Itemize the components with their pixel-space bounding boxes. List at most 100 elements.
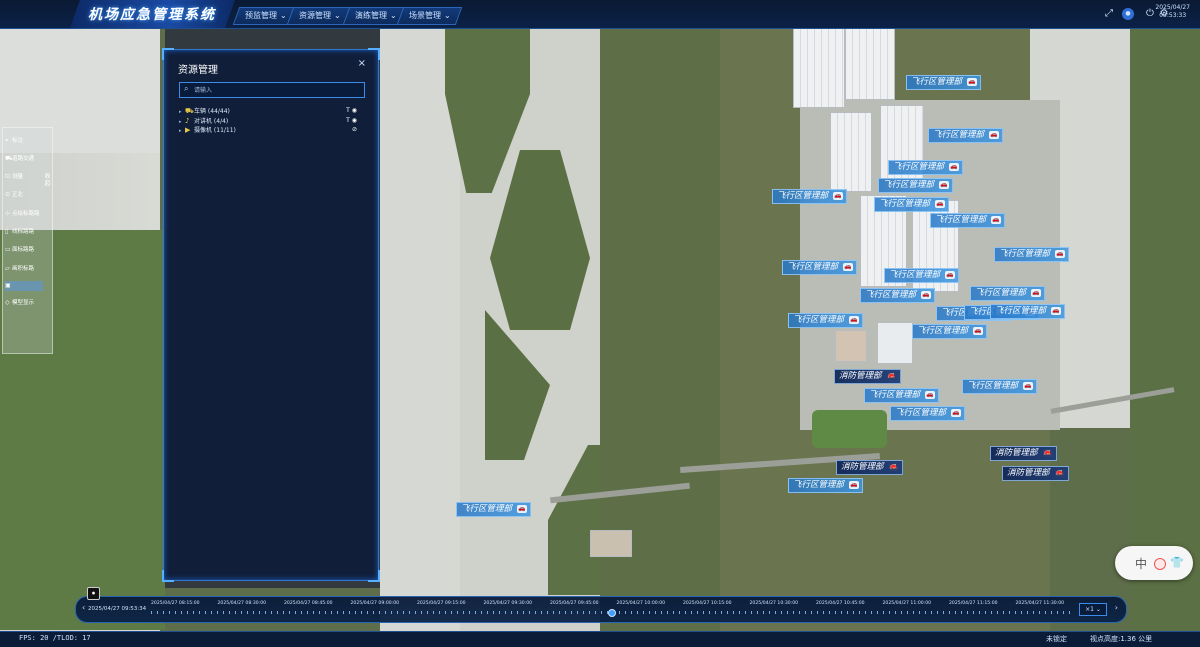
eye-icon[interactable]: ◉ [352,117,357,124]
tool-model[interactable]: ◇ 模型显示 [5,298,34,308]
flight-dept-label[interactable]: 飞行区管理部 🚗 [928,128,1004,143]
ime-language[interactable]: 中 [1135,555,1147,572]
eye-icon[interactable]: ◉ [352,107,357,114]
view-height: 视点高度:1.36 公里 [1090,635,1153,643]
power-icon[interactable]: ⏻ [1144,8,1156,20]
tool-north[interactable]: ⊙ 正北 [5,190,23,200]
toolbar-collapse-tab[interactable]: 收起 [43,173,52,197]
tag-icon: ⌖ [5,137,9,144]
grass-patch [812,410,887,448]
tool-active[interactable]: ▣ [5,281,43,291]
timeline-tick-label: 2025/04/27 08:30:00 [217,601,267,606]
eye-off-icon[interactable]: ⊘ [352,126,357,133]
menu-scene[interactable]: 场景管理 ⌄ [396,7,463,25]
timeline-tick-label: 2025/04/27 09:00:00 [350,601,400,606]
tool-draw-area[interactable]: ▱ 画积标路 [5,264,34,274]
car-icon: 🚗 [921,291,932,299]
map-label-text: 消防管理部 [841,462,884,472]
flight-dept-label[interactable]: 飞行区管理部 🚗 [878,178,954,193]
tool-tag[interactable]: ⌖ 标注 [5,136,23,146]
tool-line-path[interactable]: ▯ 线标路路 [5,227,34,237]
car-icon: 🚗 [949,163,960,171]
tree-item-cameras[interactable]: ▸ ▶ 摄像机 (11/11) ⊘ [179,125,365,135]
skin-icon[interactable]: 👕 [1170,556,1184,569]
timeline-tick-label: 2025/04/27 11:00:00 [882,601,932,606]
map-label-text: 飞行区管理部 [865,290,917,300]
flight-dept-label[interactable]: 飞行区管理部 🚗 [994,247,1070,262]
timeline[interactable]: ‹ 2025/04/27 09:53:34 2025/04/27 08:15:0… [75,596,1127,623]
car-icon: 🚗 [925,391,936,399]
timeline-tick-label: 2025/04/27 10:45:00 [816,601,865,606]
flight-dept-label[interactable]: 飞行区管理部 🚗 [772,189,848,204]
fire-truck-icon: 🚒 [1054,469,1065,477]
timeline-handle[interactable] [608,609,616,617]
fire-dept-label[interactable]: 消防管理部 🚒 [1002,466,1069,481]
clock-time: 09:53:33 [1159,12,1187,19]
car-icon: 🚗 [1031,289,1042,297]
resource-search: ⌕ [179,82,365,98]
hangar [830,112,872,192]
flight-dept-label[interactable]: 飞行区管理部 🚗 [456,502,532,517]
building [877,322,913,364]
flight-dept-label[interactable]: 飞行区管理部 🚗 [864,388,940,403]
timeline-tick-label: 2025/04/27 11:30:00 [1015,601,1065,606]
punctuation-icon[interactable] [1154,558,1166,570]
fire-dept-label[interactable]: 消防管理部 🚒 [836,460,903,475]
tool-area-path[interactable]: ▭面标路路 [5,245,34,255]
fire-dept-label[interactable]: 消防管理部 🚒 [990,446,1057,461]
car-icon: 🚗 [967,78,978,86]
text-toggle-icon[interactable]: T [346,117,350,124]
fire-dept-label[interactable]: 消防管理部 🚒 [834,369,901,384]
flight-dept-label[interactable]: 飞行区管理部 🚗 [782,260,858,275]
car-icon: 🚗 [951,409,962,417]
timeline-current-time: 2025/04/27 09:53:34 [88,606,147,612]
draw-area-icon: ▱ [5,265,10,272]
flight-dept-label[interactable]: 飞行区管理部 🚗 [788,313,864,328]
timeline-tick-label: 2025/04/27 10:00:00 [616,601,666,606]
map-label-text: 飞行区管理部 [889,270,941,280]
record-icon[interactable]: ⏺ [87,587,100,600]
flight-dept-label[interactable]: 飞行区管理部 🚗 [874,197,950,212]
tool-measure[interactable]: ⊡ 测量 [5,172,23,182]
fullscreen-icon[interactable]: ⤢ [1103,8,1115,20]
flight-dept-label[interactable]: 飞行区管理部 🚗 [888,160,964,175]
speed-select[interactable]: ×1 ⌄ [1079,603,1107,616]
flight-dept-label[interactable]: 飞行区管理部 🚗 [962,379,1038,394]
map-label-text: 飞行区管理部 [461,504,513,514]
user-badge-icon[interactable]: ● [1122,8,1134,20]
left-toolbar: ⌖ 标注 ⛟道路交通 ⊡ 测量 ⊙ 正北 ⊹ 点绘标路路 ▯ 线标路路 ▭面标路路 ▱ 画积… [2,127,53,354]
input-method-widget[interactable]: 中 👕 [1115,546,1193,580]
panel-corner [368,48,380,60]
flight-dept-label[interactable]: 飞行区管理部 🚗 [912,324,988,339]
map-label-text: 飞行区管理部 [911,77,963,87]
building [590,530,632,557]
close-icon[interactable]: × [358,58,366,69]
flight-dept-label[interactable]: 飞行区管理部 🚗 [990,304,1066,319]
car-icon: 🚗 [849,316,860,324]
flight-dept-label[interactable]: 飞行区管理部 🚗 [884,268,960,283]
map-label-text: 飞行区管理部 [883,180,935,190]
tool-traffic[interactable]: ⛟道路交通 [5,154,34,164]
car-icon: 🚗 [843,263,854,271]
flight-dept-label[interactable]: 飞行区管理部 🚗 [970,286,1046,301]
flight-dept-label[interactable]: 飞行区管理部 🚗 [788,478,864,493]
chevron-right-icon[interactable]: › [1115,603,1118,612]
map-label-text: 飞行区管理部 [895,408,947,418]
timeline-tick-label: 2025/04/27 08:15:00 [151,601,200,606]
text-toggle-icon[interactable]: T [346,107,350,114]
timeline-tick-label: 2025/04/27 09:15:00 [417,601,466,606]
flight-dept-label[interactable]: 飞行区管理部 🚗 [930,213,1006,228]
panel-corner [162,570,174,582]
tree-item-vehicles[interactable]: ▸ ⛟车辆 (44/44) T ◉ [179,106,365,116]
flight-dept-label[interactable]: 飞行区管理部 🚗 [890,406,966,421]
flight-dept-label[interactable]: 飞行区管理部 🚗 [860,288,936,303]
car-icon: 🚗 [939,181,950,189]
chevron-left-icon[interactable]: ‹ [82,603,85,612]
car-icon: 🚗 [833,192,844,200]
panel-corner [368,570,380,582]
panel-corner [162,48,174,60]
active-tool-icon: ▣ [5,282,11,289]
search-input[interactable] [194,83,360,97]
flight-dept-label[interactable]: 飞行区管理部 🚗 [906,75,982,90]
tool-point-path[interactable]: ⊹ 点绘标路路 [5,209,40,219]
